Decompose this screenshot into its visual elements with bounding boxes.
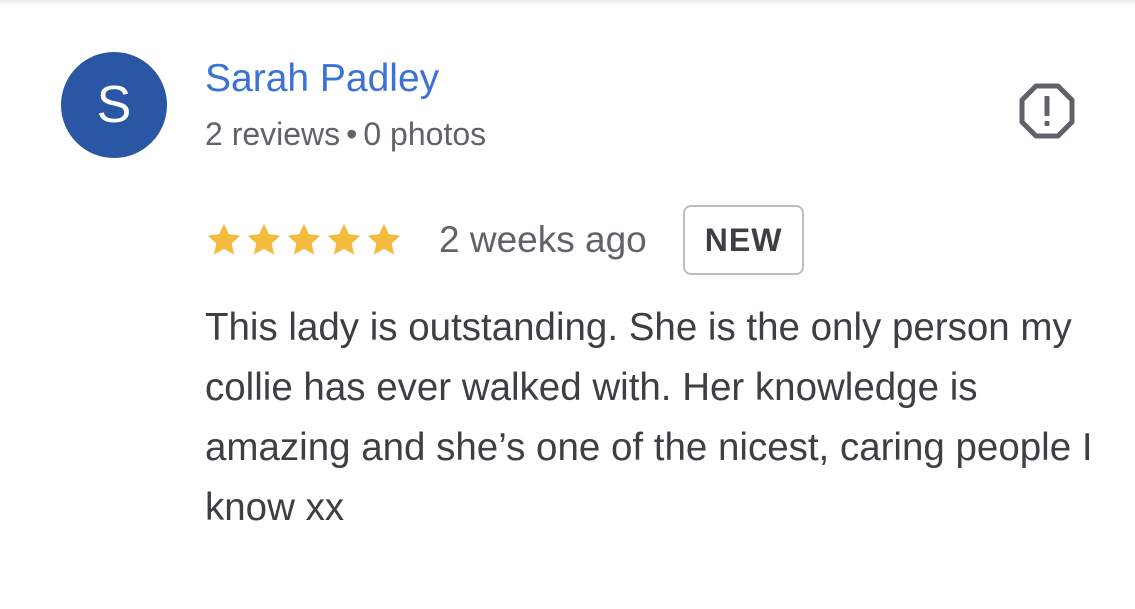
star-icon xyxy=(327,223,361,255)
reviewer-name[interactable]: Sarah Padley xyxy=(205,56,439,102)
rating-row: 2 weeks ago NEW xyxy=(205,202,805,278)
review-count: 2 reviews xyxy=(205,116,341,152)
star-rating xyxy=(205,221,405,259)
star-icon xyxy=(287,223,321,255)
avatar-initial: S xyxy=(96,76,132,134)
report-review-button[interactable] xyxy=(1018,82,1076,140)
report-icon xyxy=(1019,83,1075,139)
photo-count: 0 photos xyxy=(363,116,487,152)
review-time: 2 weeks ago xyxy=(439,219,647,260)
top-divider xyxy=(0,0,1135,6)
reviewer-meta: 2 reviews • 0 photos xyxy=(205,114,486,154)
meta-separator: • xyxy=(346,116,358,152)
star-icon xyxy=(367,223,401,255)
avatar[interactable]: S xyxy=(61,52,167,158)
star-icon xyxy=(207,223,241,255)
star-icon xyxy=(247,223,281,255)
review-text: This lady is outstanding. She is the onl… xyxy=(205,306,1093,529)
new-badge: NEW xyxy=(682,205,805,275)
